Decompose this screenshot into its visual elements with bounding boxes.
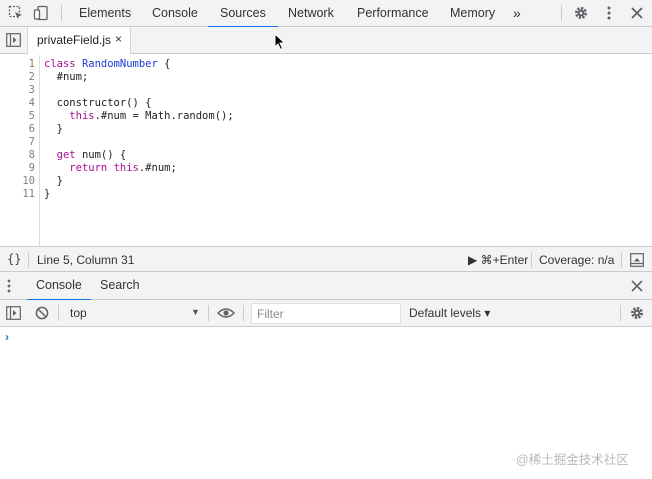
- line-number: 10: [22, 175, 35, 187]
- code-line: }: [44, 188, 51, 200]
- drawer-tabs: Console Search: [0, 272, 652, 301]
- sidebar-toggle-icon[interactable]: [6, 306, 21, 320]
- tab-network[interactable]: Network: [288, 0, 334, 27]
- line-number: 1: [28, 58, 35, 70]
- chevron-down-icon: ▼: [191, 307, 200, 317]
- line-number-gutter: 1 2 3 4 5 6 7 8 9 10 11: [0, 55, 40, 246]
- console-toolbar: top ▼ Default levels ▾: [0, 300, 652, 327]
- clear-console-icon[interactable]: [35, 306, 49, 320]
- editor-status-bar: {} Line 5, Column 31 ▶ ⌘+Enter Coverage:…: [0, 246, 652, 272]
- code-line: }: [44, 175, 63, 187]
- code-line: #num;: [44, 71, 89, 83]
- line-number: 8: [28, 149, 35, 161]
- code-line: return this.#num;: [69, 162, 177, 174]
- status-divider: [28, 252, 29, 268]
- line-number: 9: [28, 162, 35, 174]
- line-number: 5: [28, 110, 35, 122]
- drawer-tab-search[interactable]: Search: [100, 272, 140, 300]
- drawer-tab-console[interactable]: Console: [27, 272, 91, 301]
- toolbar-divider: [58, 305, 59, 321]
- cursor-position: Line 5, Column 31: [37, 253, 135, 267]
- code-line: class RandomNumber {: [44, 58, 171, 70]
- inspect-element-icon[interactable]: [4, 0, 28, 26]
- dock-drawer-icon[interactable]: [630, 253, 644, 267]
- line-number: 11: [22, 188, 35, 200]
- more-tabs-button[interactable]: »: [513, 0, 521, 27]
- editor-file-tabs: privateField.js ×: [0, 27, 652, 54]
- toolbar-divider: [61, 5, 62, 21]
- line-number: 6: [28, 123, 35, 135]
- tab-sources[interactable]: Sources: [208, 0, 278, 28]
- tab-elements[interactable]: Elements: [79, 0, 131, 27]
- toolbar-divider: [243, 305, 244, 321]
- status-divider: [621, 252, 622, 268]
- watermark: @稀土掘金技术社区: [516, 453, 629, 467]
- line-number: 3: [28, 84, 35, 96]
- console-prompt[interactable]: ›: [5, 330, 9, 344]
- kebab-menu-icon[interactable]: [597, 0, 621, 26]
- code-line: constructor() {: [44, 97, 152, 109]
- code-line: get num() {: [56, 149, 127, 161]
- file-tab-name: privateField.js: [37, 33, 112, 47]
- file-tab[interactable]: privateField.js ×: [27, 27, 131, 54]
- status-divider: [531, 252, 532, 268]
- context-selector[interactable]: top: [70, 306, 87, 320]
- toolbar-divider: [561, 5, 562, 21]
- file-tab-close-button[interactable]: ×: [115, 32, 122, 46]
- pretty-print-button[interactable]: {}: [7, 252, 21, 266]
- eye-icon[interactable]: [217, 307, 235, 319]
- line-number: 4: [28, 97, 35, 109]
- log-levels-dropdown[interactable]: Default levels ▾: [409, 306, 490, 320]
- tab-performance[interactable]: Performance: [357, 0, 429, 27]
- toolbar-divider: [620, 305, 621, 321]
- close-icon[interactable]: [625, 0, 649, 26]
- tab-memory[interactable]: Memory: [450, 0, 495, 27]
- mouse-cursor-icon: [274, 32, 286, 54]
- toolbar-divider: [208, 305, 209, 321]
- code-editor[interactable]: 1 2 3 4 5 6 7 8 9 10 11 class RandomNumb…: [0, 55, 652, 246]
- source-code: class RandomNumber { #num; constructor()…: [44, 58, 234, 201]
- navigator-toggle-icon[interactable]: [6, 33, 21, 47]
- code-line: }: [44, 123, 63, 135]
- console-settings-gear-icon[interactable]: [629, 305, 645, 321]
- settings-gear-icon[interactable]: [569, 0, 593, 26]
- drawer-menu-icon[interactable]: [7, 279, 11, 293]
- drawer-close-icon[interactable]: [630, 279, 644, 293]
- tab-console[interactable]: Console: [152, 0, 198, 27]
- device-toggle-icon[interactable]: [29, 0, 53, 26]
- run-snippet-button[interactable]: ▶ ⌘+Enter: [468, 253, 528, 267]
- line-number: 7: [28, 136, 35, 148]
- main-toolbar: Elements Console Sources Network Perform…: [0, 0, 652, 28]
- code-line: this.#num = Math.random();: [69, 110, 234, 122]
- coverage-status: Coverage: n/a: [539, 253, 615, 267]
- line-number: 2: [28, 71, 35, 83]
- console-filter-input[interactable]: [251, 303, 401, 324]
